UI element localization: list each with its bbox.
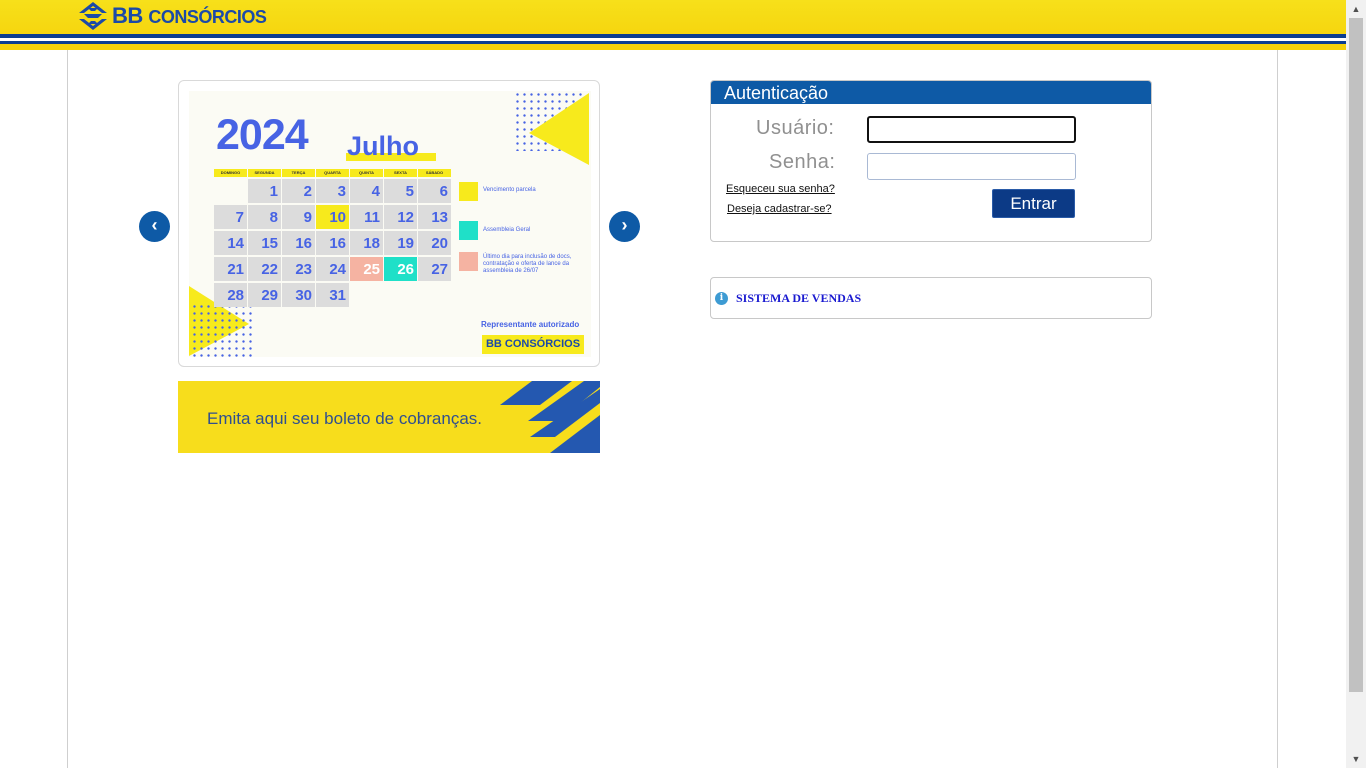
calendar-day: 3 bbox=[316, 179, 349, 203]
calendar-day: 16 bbox=[282, 231, 315, 255]
calendar-day: 28 bbox=[214, 283, 247, 307]
register-link[interactable]: Deseja cadastrar-se? bbox=[727, 203, 832, 215]
calendar-year: 2024 bbox=[216, 111, 309, 159]
bb-consorcios-logo[interactable]: BB CONSÓRCIOS bbox=[78, 2, 267, 30]
carousel-prev-button[interactable]: ‹ bbox=[139, 211, 170, 242]
calendar-day: 27 bbox=[418, 257, 451, 281]
calendar-day: 5 bbox=[384, 179, 417, 203]
forgot-password-link[interactable]: Esqueceu sua senha? bbox=[726, 183, 835, 195]
login-button[interactable]: Entrar bbox=[992, 189, 1075, 218]
calendar-day bbox=[214, 179, 247, 203]
calendar-day: 23 bbox=[282, 257, 315, 281]
calendar-day: 2 bbox=[282, 179, 315, 203]
calendar-day-assembly: 26 bbox=[384, 257, 417, 281]
calendar-day: 9 bbox=[282, 205, 315, 229]
calendar-week: 7 8 9 10 11 12 13 bbox=[214, 205, 452, 229]
legend-text: Vencimento parcela bbox=[483, 187, 536, 193]
calendar-day: 7 bbox=[214, 205, 247, 229]
calendar-day: 16 bbox=[316, 231, 349, 255]
representative-label: Representante autorizado bbox=[481, 320, 580, 329]
logo-text: BB CONSÓRCIOS bbox=[112, 3, 267, 28]
legend-swatch bbox=[459, 252, 478, 271]
bb-stripes-graphic bbox=[500, 381, 600, 453]
calendar-week: 21 22 23 24 25 26 27 bbox=[214, 257, 452, 281]
vertical-scrollbar[interactable]: ▲ ▼ bbox=[1346, 0, 1366, 768]
calendar-day-last-day-docs: 25 bbox=[350, 257, 383, 281]
weekday-label: DOMINGO bbox=[214, 169, 248, 177]
user-label: Usuário: bbox=[756, 117, 835, 139]
decorative-dots bbox=[191, 303, 253, 357]
calendar-grid: DOMINGO SEGUNDA TERÇA QUARTA QUINTA SEXT… bbox=[214, 169, 452, 307]
scroll-up-arrow-icon[interactable]: ▲ bbox=[1346, 0, 1366, 18]
calendar-day: 4 bbox=[350, 179, 383, 203]
boleto-text: Emita aqui seu boleto de cobranças. bbox=[207, 409, 483, 428]
calendar-day: 15 bbox=[248, 231, 281, 255]
weekday-label: QUINTA bbox=[350, 169, 384, 177]
calendar-week: 1 2 3 4 5 6 bbox=[214, 179, 452, 203]
calendar-day: 1 bbox=[248, 179, 281, 203]
calendar-carousel: 2024 Julho DOMINGO SEGUNDA TERÇA QUARTA … bbox=[178, 80, 600, 367]
calendar-day: 29 bbox=[248, 283, 281, 307]
calendar-day: 8 bbox=[248, 205, 281, 229]
calendar-day: 30 bbox=[282, 283, 315, 307]
calendar-day: 31 bbox=[316, 283, 349, 307]
calendar-day: 20 bbox=[418, 231, 451, 255]
calendar-banner[interactable]: 2024 Julho DOMINGO SEGUNDA TERÇA QUARTA … bbox=[189, 91, 591, 357]
calendar-day: 21 bbox=[214, 257, 247, 281]
calendar-day: 13 bbox=[418, 205, 451, 229]
legend-swatch bbox=[459, 221, 478, 240]
legend-text: Último dia para inclusão de docs, contra… bbox=[483, 254, 572, 274]
auth-title: Autenticação bbox=[711, 81, 1151, 104]
info-icon: i bbox=[715, 292, 728, 305]
weekday-label: QUARTA bbox=[316, 169, 350, 177]
password-input[interactable] bbox=[867, 153, 1076, 180]
calendar-day: 18 bbox=[350, 231, 383, 255]
sales-system-link[interactable]: SISTEMA DE VENDAS bbox=[736, 291, 861, 306]
decorative-triangle bbox=[529, 93, 589, 165]
bb-logo-icon bbox=[79, 2, 107, 30]
legend-swatch bbox=[459, 182, 478, 201]
weekday-label: SEGUNDA bbox=[248, 169, 282, 177]
weekday-label: TERÇA bbox=[282, 169, 316, 177]
auth-panel: Autenticação Usuário: Senha: Esqueceu su… bbox=[710, 80, 1152, 242]
user-input[interactable] bbox=[867, 116, 1076, 143]
weekday-label: SÁBADO bbox=[418, 169, 452, 177]
legend-text: Assembleia Geral bbox=[483, 227, 531, 233]
weekday-label: SEXTA bbox=[384, 169, 418, 177]
calendar-week: 28 29 30 31 bbox=[214, 283, 452, 307]
calendar-day-installment-due: 10 bbox=[316, 205, 349, 229]
boleto-banner[interactable]: Emita aqui seu boleto de cobranças. bbox=[178, 381, 600, 453]
calendar-day: 14 bbox=[214, 231, 247, 255]
calendar-day: 24 bbox=[316, 257, 349, 281]
scrollbar-thumb[interactable] bbox=[1349, 18, 1363, 692]
carousel-next-button[interactable]: › bbox=[609, 211, 640, 242]
scroll-down-arrow-icon[interactable]: ▼ bbox=[1346, 750, 1366, 768]
sales-system-panel: i SISTEMA DE VENDAS bbox=[710, 277, 1152, 319]
calendar-day: 22 bbox=[248, 257, 281, 281]
calendar-day: 6 bbox=[418, 179, 451, 203]
representative-logo: BB CONSÓRCIOS bbox=[482, 335, 584, 354]
calendar-day: 12 bbox=[384, 205, 417, 229]
calendar-day: 11 bbox=[350, 205, 383, 229]
weekday-header: DOMINGO SEGUNDA TERÇA QUARTA QUINTA SEXT… bbox=[214, 169, 452, 177]
header-bar: BB CONSÓRCIOS bbox=[0, 0, 1346, 50]
password-label: Senha: bbox=[769, 151, 836, 173]
calendar-day: 19 bbox=[384, 231, 417, 255]
calendar-month: Julho bbox=[347, 131, 419, 161]
calendar-week: 14 15 16 16 18 19 20 bbox=[214, 231, 452, 255]
